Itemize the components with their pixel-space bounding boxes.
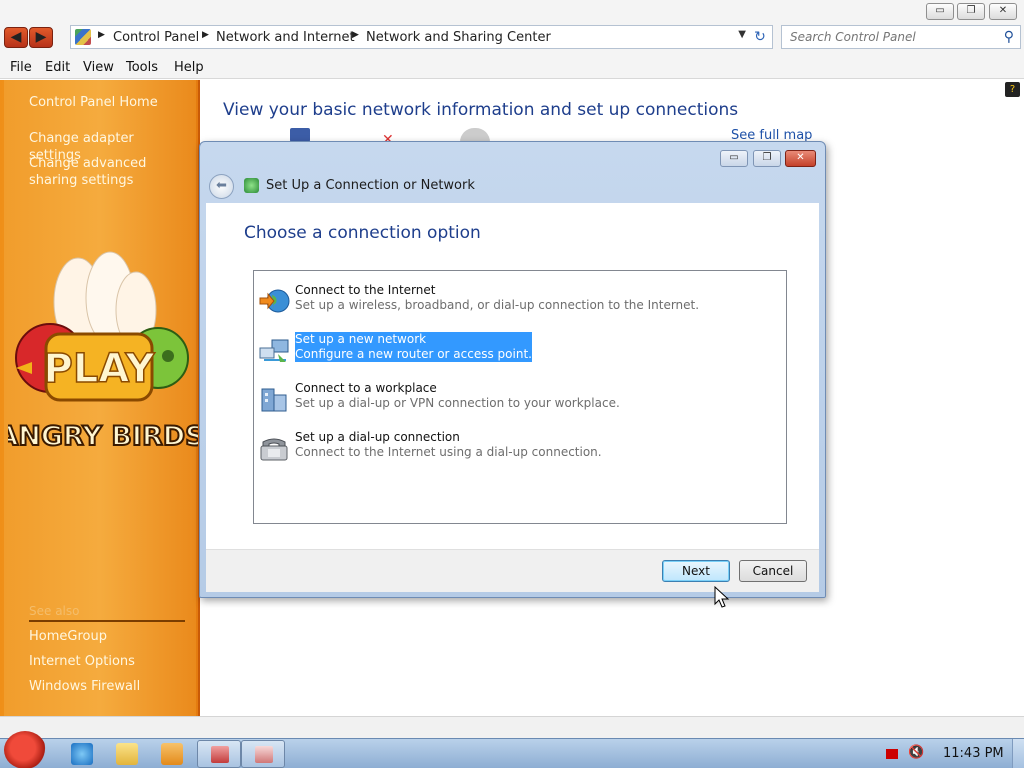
option-title: Connect to the Internet: [295, 283, 436, 297]
play-text: PLAY: [44, 346, 156, 392]
cancel-button[interactable]: Cancel: [739, 560, 807, 582]
menu-file[interactable]: File: [10, 60, 32, 75]
angry-birds-art: PLAY ANGRY BIRDS: [8, 251, 198, 450]
clock[interactable]: 11:43 PM: [943, 746, 1004, 761]
option-description: Configure a new router or access point.: [295, 347, 532, 361]
menu-help[interactable]: Help: [174, 60, 204, 75]
option-title: Set up a dial-up connection: [295, 430, 460, 444]
menu-tools[interactable]: Tools: [126, 60, 158, 75]
angry-birds-logo: ANGRY BIRDS: [8, 421, 198, 450]
control-panel-home-link[interactable]: Control Panel Home: [29, 94, 189, 111]
folder-icon[interactable]: [116, 743, 138, 765]
control-panel-icon: [75, 29, 91, 45]
breadcrumb-control-panel[interactable]: Control Panel: [113, 30, 199, 45]
network-wizard-task-icon: [255, 746, 273, 763]
phone-icon: [260, 438, 288, 461]
option-connect-workplace[interactable]: Connect to a workplace Set up a dial-up …: [258, 381, 778, 417]
option-dialup[interactable]: Set up a dial-up connection Connect to t…: [258, 430, 778, 466]
minimize-button[interactable]: ▭: [926, 3, 954, 20]
action-center-flag-icon[interactable]: [886, 749, 898, 759]
help-icon[interactable]: ?: [1005, 82, 1020, 97]
show-desktop-button[interactable]: [1012, 739, 1024, 768]
chevron-down-icon[interactable]: ▼: [738, 29, 746, 40]
dialog-heading: Choose a connection option: [244, 223, 481, 243]
title-bar: ▭ ❐ ✕: [0, 0, 1024, 22]
maximize-button[interactable]: ❐: [957, 3, 985, 20]
dialog-maximize-button[interactable]: ❐: [753, 150, 781, 167]
status-strip: [0, 716, 1024, 738]
connection-option-list: Connect to the Internet Set up a wireles…: [253, 270, 787, 524]
taskbar-network-wizard-button[interactable]: [241, 740, 285, 768]
option-title: Connect to a workplace: [295, 381, 437, 395]
setup-connection-dialog: ▭ ❐ ✕ ⬅ Set Up a Connection or Network C…: [199, 141, 826, 598]
breadcrumb-arrow-icon[interactable]: ▶: [98, 30, 105, 40]
search-input[interactable]: [782, 26, 992, 48]
option-description: Set up a dial-up or VPN connection to yo…: [295, 396, 620, 410]
address-row: ◀ ▶ ▶ Control Panel ▶ Network and Intern…: [0, 22, 1024, 58]
dialog-body: Choose a connection option Connect to th…: [206, 203, 819, 549]
internet-explorer-icon[interactable]: [71, 743, 93, 765]
menu-edit[interactable]: Edit: [45, 60, 70, 75]
option-new-network[interactable]: Set up a new network Configure a new rou…: [258, 332, 778, 368]
next-button[interactable]: Next: [662, 560, 730, 582]
taskbar-control-panel-button[interactable]: [197, 740, 241, 768]
option-connect-internet[interactable]: Connect to the Internet Set up a wireles…: [258, 283, 778, 319]
internet-options-link[interactable]: Internet Options: [29, 653, 189, 670]
dialog-close-button[interactable]: ✕: [785, 150, 816, 167]
address-bar[interactable]: ▶ Control Panel ▶ Network and Internet ▶…: [70, 25, 773, 49]
taskbar: 🔇 11:43 PM: [0, 731, 1024, 768]
homegroup-link[interactable]: HomeGroup: [29, 628, 189, 645]
option-description: Set up a wireless, broadband, or dial-up…: [295, 298, 700, 312]
breadcrumb-network-internet[interactable]: Network and Internet: [216, 30, 355, 45]
globe-icon: [259, 289, 290, 313]
menu-view[interactable]: View: [83, 60, 114, 75]
control-panel-task-icon: [211, 746, 229, 763]
back-button[interactable]: ◀: [4, 27, 28, 48]
breadcrumb-arrow-icon[interactable]: ▶: [202, 30, 209, 40]
mouse-cursor-icon: [714, 586, 730, 608]
forward-button[interactable]: ▶: [29, 27, 53, 48]
breadcrumb-arrow-icon[interactable]: ▶: [352, 30, 359, 40]
option-description: Connect to the Internet using a dial-up …: [295, 445, 602, 459]
page-title: View your basic network information and …: [223, 100, 739, 120]
breadcrumb-network-sharing-center[interactable]: Network and Sharing Center: [366, 30, 551, 45]
search-box[interactable]: ⚲: [781, 25, 1021, 49]
network-wizard-icon: [244, 178, 259, 193]
refresh-button[interactable]: ↻: [750, 27, 770, 47]
left-pane: Control Panel Home Change adapter settin…: [0, 80, 200, 716]
option-title: Set up a new network: [295, 332, 427, 346]
network-setup-icon: [259, 339, 289, 362]
see-also-heading: See also: [29, 604, 80, 618]
change-advanced-sharing-link[interactable]: Change advanced sharing settings: [29, 155, 189, 189]
dialog-title: Set Up a Connection or Network: [266, 178, 475, 193]
speaker-muted-icon[interactable]: 🔇: [908, 745, 924, 760]
workplace-icon: [261, 388, 287, 412]
menu-bar: File Edit View Tools Help: [0, 58, 1024, 79]
close-button[interactable]: ✕: [989, 3, 1017, 20]
media-player-icon[interactable]: [161, 743, 183, 765]
dialog-back-button[interactable]: ⬅: [209, 174, 234, 199]
windows-firewall-link[interactable]: Windows Firewall: [29, 678, 189, 695]
internet-globe-icon: [460, 128, 490, 142]
dialog-minimize-button[interactable]: ▭: [720, 150, 748, 167]
see-also-divider: [29, 620, 185, 622]
computer-icon: [290, 128, 310, 142]
start-button[interactable]: [4, 731, 46, 768]
search-icon[interactable]: ⚲: [1004, 29, 1014, 45]
